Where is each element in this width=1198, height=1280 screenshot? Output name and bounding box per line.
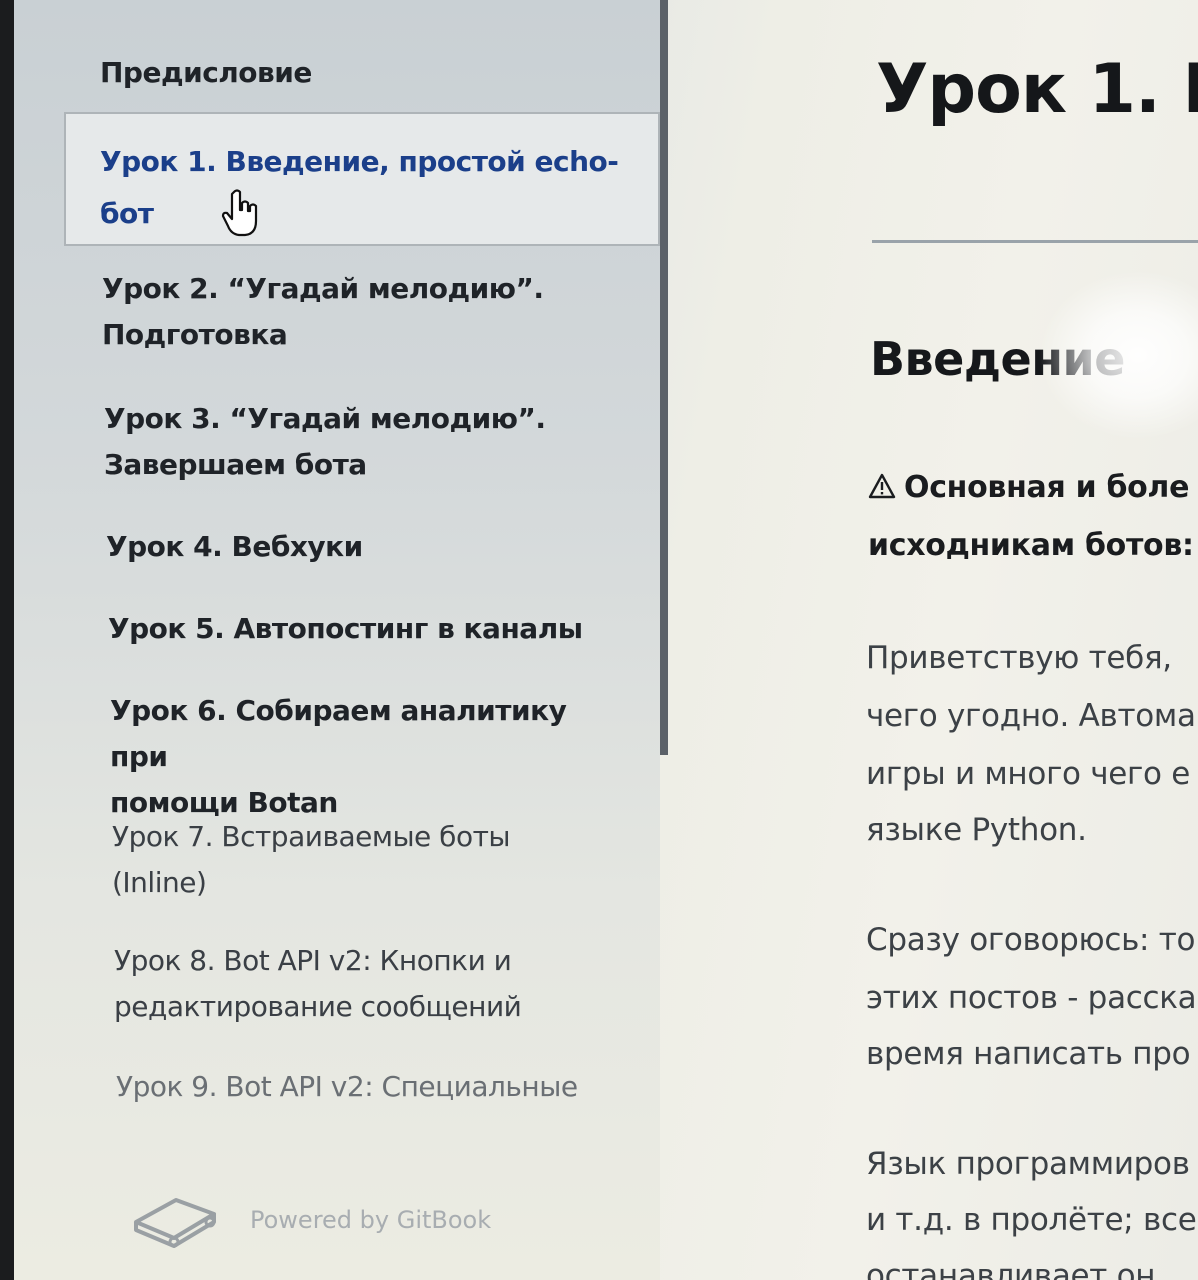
- paragraph-line: Приветствую тебя,: [866, 640, 1172, 676]
- sidebar-item-label: Урок 9. Bot API v2: Специальные: [116, 1070, 578, 1103]
- paragraph-line: языке Python.: [866, 812, 1087, 848]
- warning-line: Основная и боле: [868, 470, 1189, 505]
- sidebar-item-lesson-6[interactable]: Урок 6. Собираем аналитику при помощи Bo…: [110, 688, 630, 826]
- sidebar-item-label-line: Подготовка: [102, 318, 288, 351]
- title-divider: [872, 240, 1198, 243]
- monitor-bezel: [0, 0, 14, 1280]
- screen-glare: [1038, 270, 1198, 440]
- paragraph-line: чего угодно. Автома: [866, 698, 1196, 734]
- sidebar-item-label-line: Урок 2. “Угадай мелодию”.: [102, 272, 544, 305]
- powered-by-label: Powered by GitBook: [250, 1206, 492, 1234]
- sidebar-item-label-line: редактирование сообщений: [114, 990, 522, 1023]
- sidebar-item-lesson-2[interactable]: Урок 2. “Угадай мелодию”. Подготовка: [102, 266, 622, 358]
- paragraph-line: Сразу оговорюсь: то: [866, 922, 1196, 958]
- sidebar-divider[interactable]: [660, 0, 668, 755]
- sidebar-item-label-line: Урок 8. Bot API v2: Кнопки и: [114, 944, 512, 977]
- warning-text: исходникам ботов:: [868, 528, 1194, 563]
- warning-line: исходникам ботов:: [868, 528, 1194, 563]
- sidebar-item-lesson-5[interactable]: Урок 5. Автопостинг в каналы: [108, 606, 628, 652]
- sidebar-item-lesson-4[interactable]: Урок 4. Вебхуки: [106, 524, 626, 570]
- sidebar-item-lesson-1[interactable]: Урок 1. Введение, простой echo- бот: [64, 112, 660, 246]
- warning-text: Основная и боле: [904, 470, 1190, 505]
- sidebar-item-label-line: Урок 7. Встраиваемые боты: [112, 820, 511, 853]
- sidebar-item-label-line: Завершаем бота: [104, 448, 367, 481]
- sidebar-item-label-line: (Inline): [112, 866, 207, 899]
- sidebar-item-label-line: Урок 3. “Угадай мелодию”.: [104, 402, 546, 435]
- paragraph-line: этих постов - расска: [866, 980, 1197, 1016]
- paragraph-line: игры и много чего е: [866, 756, 1191, 792]
- warning-icon: [868, 473, 896, 499]
- sidebar-item-lesson-9[interactable]: Урок 9. Bot API v2: Специальные: [116, 1064, 636, 1110]
- main-content: Урок 1. Вв Введение Основная и боле исхо…: [668, 0, 1198, 1280]
- gitbook-book-icon: [134, 1198, 216, 1248]
- sidebar-item-label: Урок 4. Вебхуки: [106, 530, 363, 563]
- screen: Предисловие Урок 1. Введение, простой ec…: [0, 0, 1198, 1280]
- paragraph-line: время написать про: [866, 1036, 1191, 1072]
- sidebar-item-lesson-3[interactable]: Урок 3. “Угадай мелодию”. Завершаем бота: [104, 396, 624, 488]
- sidebar-item-preface[interactable]: Предисловие: [100, 50, 620, 96]
- sidebar-item-label: Предисловие: [100, 56, 312, 89]
- sidebar-item-label-line: Урок 1. Введение, простой echo-: [100, 145, 619, 178]
- page-title: Урок 1. Вв: [876, 50, 1198, 129]
- sidebar-item-label-line: бот: [100, 197, 154, 230]
- sidebar-item-lesson-8[interactable]: Урок 8. Bot API v2: Кнопки и редактирова…: [114, 938, 634, 1030]
- paragraph-line: Язык программиров: [866, 1146, 1190, 1182]
- paragraph-line: останавливает он: [866, 1258, 1156, 1280]
- sidebar-item-label: Урок 1. Введение, простой echo- бот: [100, 136, 620, 240]
- sidebar-item-label: Урок 5. Автопостинг в каналы: [108, 612, 583, 645]
- sidebar-item-lesson-7[interactable]: Урок 7. Встраиваемые боты (Inline): [112, 814, 632, 906]
- sidebar-item-label-line: Урок 6. Собираем аналитику при: [110, 694, 567, 773]
- paragraph-line: и т.д. в пролёте; все: [866, 1202, 1197, 1238]
- hand-cursor-icon: [221, 189, 258, 237]
